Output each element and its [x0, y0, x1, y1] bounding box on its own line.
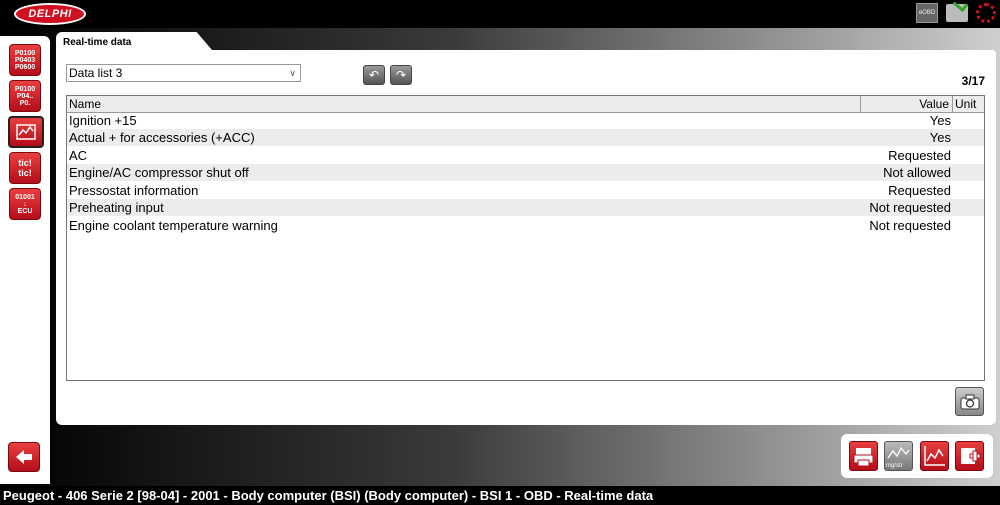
top-icons: eOBD	[916, 3, 996, 23]
page-counter: 3/17	[961, 74, 985, 88]
table-row[interactable]: Engine/AC compressor shut off Not allowe…	[67, 164, 984, 181]
previous-button[interactable]: ↶	[363, 65, 385, 85]
clear-codes-button[interactable]: P0100 P04.. P0.	[9, 80, 41, 112]
loading-spinner-icon	[976, 3, 996, 23]
row-value: Requested	[888, 183, 951, 198]
column-header-value[interactable]: Value	[861, 96, 953, 112]
row-value: Yes	[929, 113, 951, 128]
table-row[interactable]: Pressostat information Requested	[67, 182, 984, 199]
column-header-name[interactable]: Name	[67, 96, 861, 112]
table-row[interactable]: Actual + for accessories (+ACC) Yes	[67, 129, 984, 146]
screenshot-button[interactable]	[955, 387, 984, 416]
realtime-data-icon	[16, 124, 36, 140]
back-button[interactable]	[8, 442, 40, 472]
row-name: Pressostat information	[69, 183, 199, 198]
print-button[interactable]	[849, 441, 878, 471]
folder-check-icon[interactable]	[946, 4, 968, 22]
realtime-data-button[interactable]	[8, 116, 44, 148]
redo-arrow-icon: ↷	[395, 68, 407, 82]
row-name: Preheating input	[69, 200, 164, 215]
fault-codes-button[interactable]: P0100 P0403 P0600	[9, 44, 41, 76]
camera-icon	[960, 394, 979, 409]
row-name: AC	[69, 148, 88, 163]
next-button[interactable]: ↷	[390, 65, 412, 85]
row-name: Engine coolant temperature warning	[69, 218, 278, 233]
add-parameter-icon	[961, 448, 981, 464]
actuator-test-button[interactable]: tic! tic!	[9, 152, 41, 184]
row-name: Ignition +15	[69, 113, 137, 128]
row-value: Not requested	[869, 218, 951, 233]
row-value: Not requested	[869, 200, 951, 215]
row-value: Not allowed	[883, 165, 951, 180]
status-bar: Peugeot - 406 Serie 2 [98-04] - 2001 - B…	[0, 486, 1000, 505]
unit-conversion-button[interactable]: mg/str	[884, 441, 913, 471]
ecu-info-icon: 01001 ↓ ECU	[15, 193, 35, 215]
tab-label: Real-time data	[63, 37, 132, 48]
table-header: Name Value Unit	[67, 96, 984, 113]
actuator-test-icon: tic! tic!	[18, 158, 32, 178]
row-value: Requested	[888, 148, 951, 163]
table-row[interactable]: Preheating input Not requested	[67, 199, 984, 216]
row-value: Yes	[929, 130, 951, 145]
ecu-info-button[interactable]: 01001 ↓ ECU	[9, 188, 41, 220]
undo-arrow-icon: ↶	[368, 68, 380, 82]
top-bar: DELPHI eOBD	[0, 0, 1000, 28]
data-list-select[interactable]: Data list 3 ∨	[66, 64, 301, 82]
unit-label: mg/str	[886, 463, 903, 469]
fault-codes-icon: P0100 P0403 P0600	[14, 49, 36, 71]
row-name: Actual + for accessories (+ACC)	[69, 130, 255, 145]
column-header-unit[interactable]: Unit	[953, 96, 984, 112]
eobd-icon[interactable]: eOBD	[916, 3, 938, 23]
table-row[interactable]: Engine coolant temperature warning Not r…	[67, 217, 984, 234]
delphi-logo: DELPHI	[14, 3, 86, 25]
row-name: Engine/AC compressor shut off	[69, 165, 249, 180]
table-row[interactable]: AC Requested	[67, 147, 984, 164]
arrow-left-icon	[16, 450, 32, 464]
clear-codes-icon: P0100 P04.. P0.	[14, 85, 36, 107]
chevron-down-icon: ∨	[289, 68, 296, 78]
data-list-selected: Data list 3	[69, 66, 123, 80]
sidebar: P0100 P0403 P0600 P0100 P04.. P0. tic! tic! 0…	[0, 36, 50, 484]
printer-icon	[853, 448, 874, 467]
data-table: Name Value Unit Ignition +15 Yes Actual …	[66, 95, 985, 381]
table-row[interactable]: Ignition +15 Yes	[67, 112, 984, 129]
graph-icon	[924, 446, 945, 466]
graph-button[interactable]	[920, 441, 949, 471]
add-parameter-button[interactable]	[955, 441, 984, 471]
